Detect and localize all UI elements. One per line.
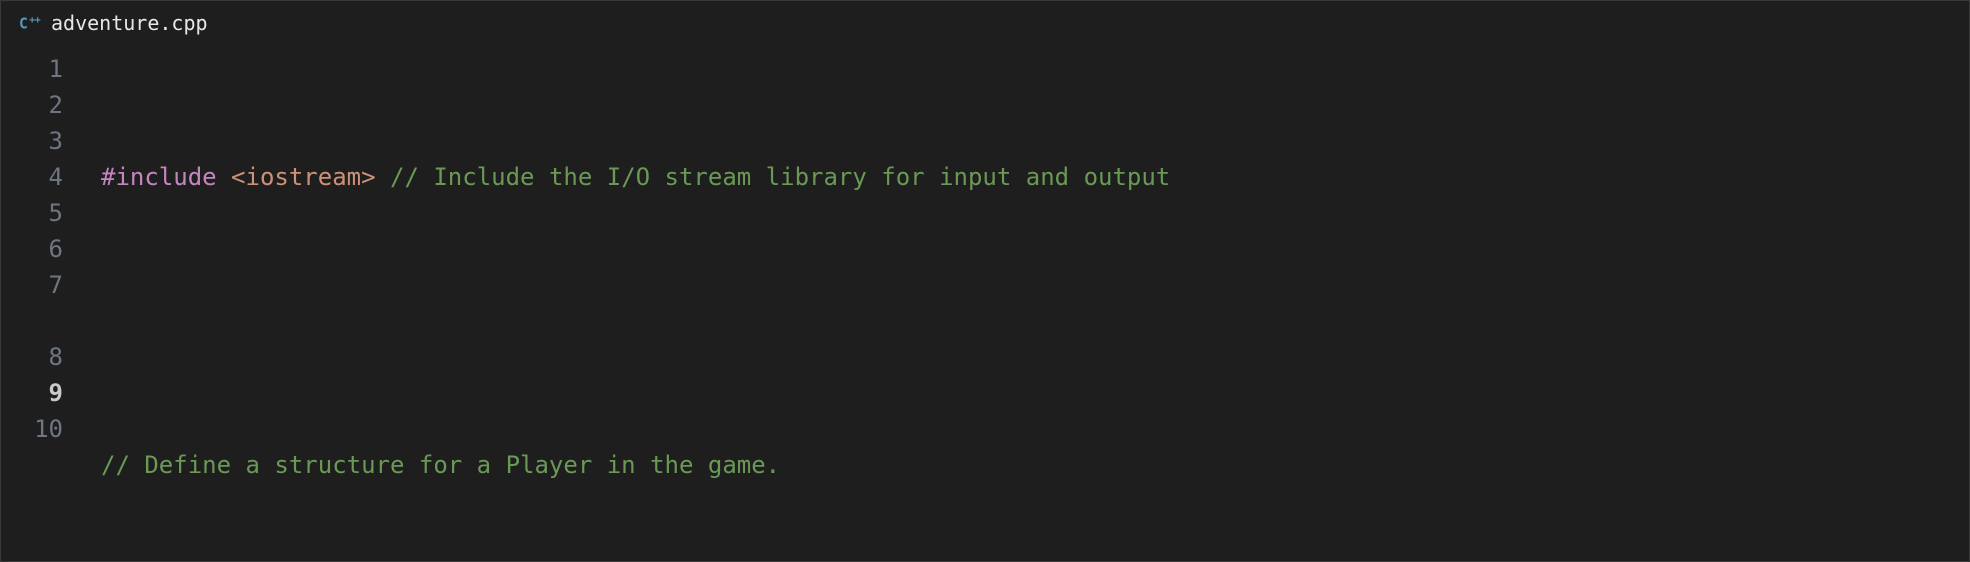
svg-text:+: + [35, 15, 41, 26]
tab-bar: C++ adventure.cpp [1, 1, 1969, 45]
tok-preproc: #include [101, 163, 217, 191]
tok-comment: // Include the I/O stream library for in… [390, 163, 1170, 191]
code-line [101, 303, 1969, 339]
line-number: 3 [1, 123, 63, 159]
line-number: 7 [1, 267, 63, 303]
line-number: 5 [1, 195, 63, 231]
cpp-file-icon: C++ [19, 12, 41, 34]
code-editor: C++ adventure.cpp 1 2 3 4 5 6 7 8 9 10 #… [0, 0, 1970, 562]
tab-filename: adventure.cpp [51, 8, 208, 38]
code-content[interactable]: #include <iostream> // Include the I/O s… [91, 45, 1969, 562]
line-number: 8 [1, 339, 63, 375]
line-number: 1 [1, 51, 63, 87]
code-line: #include <iostream> // Include the I/O s… [101, 159, 1969, 195]
tok-comment: // Define a structure for a Player in th… [101, 451, 780, 479]
line-number: 10 [1, 411, 63, 447]
line-number-current: 9 [1, 375, 63, 411]
code-area[interactable]: 1 2 3 4 5 6 7 8 9 10 #include <iostream>… [1, 45, 1969, 562]
line-number: 6 [1, 231, 63, 267]
code-line: // Define a structure for a Player in th… [101, 447, 1969, 483]
tok-header: <iostream> [231, 163, 376, 191]
tab-adventure-cpp[interactable]: C++ adventure.cpp [1, 1, 226, 45]
line-number: 4 [1, 159, 63, 195]
svg-text:C: C [19, 15, 28, 32]
line-number-gutter: 1 2 3 4 5 6 7 8 9 10 [1, 45, 91, 562]
line-number: 2 [1, 87, 63, 123]
